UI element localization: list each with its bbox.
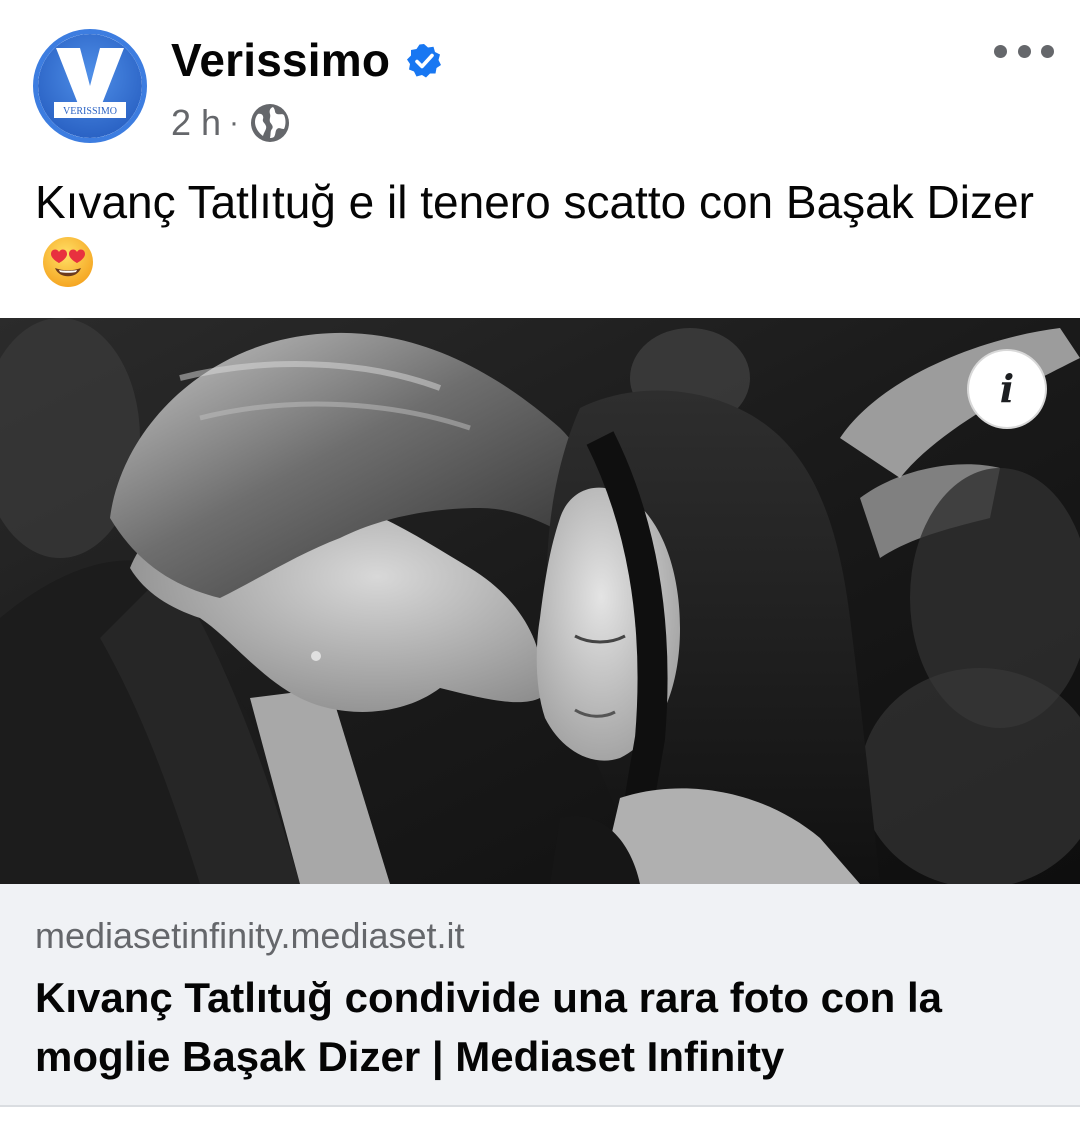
- post-photo[interactable]: [0, 318, 1080, 884]
- more-dot: [1041, 44, 1054, 58]
- page-avatar[interactable]: VERISSIMO: [33, 29, 147, 143]
- page-name[interactable]: Verissimo: [171, 32, 390, 88]
- meta-separator: ·: [229, 106, 240, 139]
- verified-badge-icon: [407, 44, 441, 78]
- post-message: Kıvanç Tatlıtuğ e il tenero scatto con B…: [35, 172, 1045, 294]
- facebook-post: VERISSIMO Verissimo 2 h · Kıvanç Tatlıtu…: [0, 0, 1080, 1125]
- link-domain: mediasetinfinity.mediaset.it: [35, 915, 465, 956]
- link-preview[interactable]: mediasetinfinity.mediaset.it Kıvanç Tatl…: [0, 884, 1080, 1105]
- post-message-text: Kıvanç Tatlıtuğ e il tenero scatto con B…: [35, 176, 1034, 228]
- link-title: Kıvanç Tatlıtuğ condivide una rara foto …: [35, 974, 943, 1080]
- post-meta: 2 h ·: [171, 100, 291, 146]
- svg-text:VERISSIMO: VERISSIMO: [63, 106, 117, 117]
- verissimo-logo-icon: VERISSIMO: [38, 34, 142, 138]
- more-options-icon[interactable]: [994, 34, 1054, 68]
- couple-photo-image: [0, 318, 1080, 884]
- post-header: VERISSIMO Verissimo 2 h ·: [0, 0, 1080, 160]
- post-timestamp[interactable]: 2 h: [171, 102, 221, 144]
- info-button[interactable]: i: [969, 351, 1045, 427]
- info-icon: i: [999, 366, 1015, 411]
- globe-icon[interactable]: [249, 102, 291, 144]
- heart-eyes-emoji-icon: [43, 237, 93, 287]
- more-dot: [994, 44, 1007, 58]
- more-dot: [1017, 44, 1031, 58]
- divider: [0, 1105, 1080, 1107]
